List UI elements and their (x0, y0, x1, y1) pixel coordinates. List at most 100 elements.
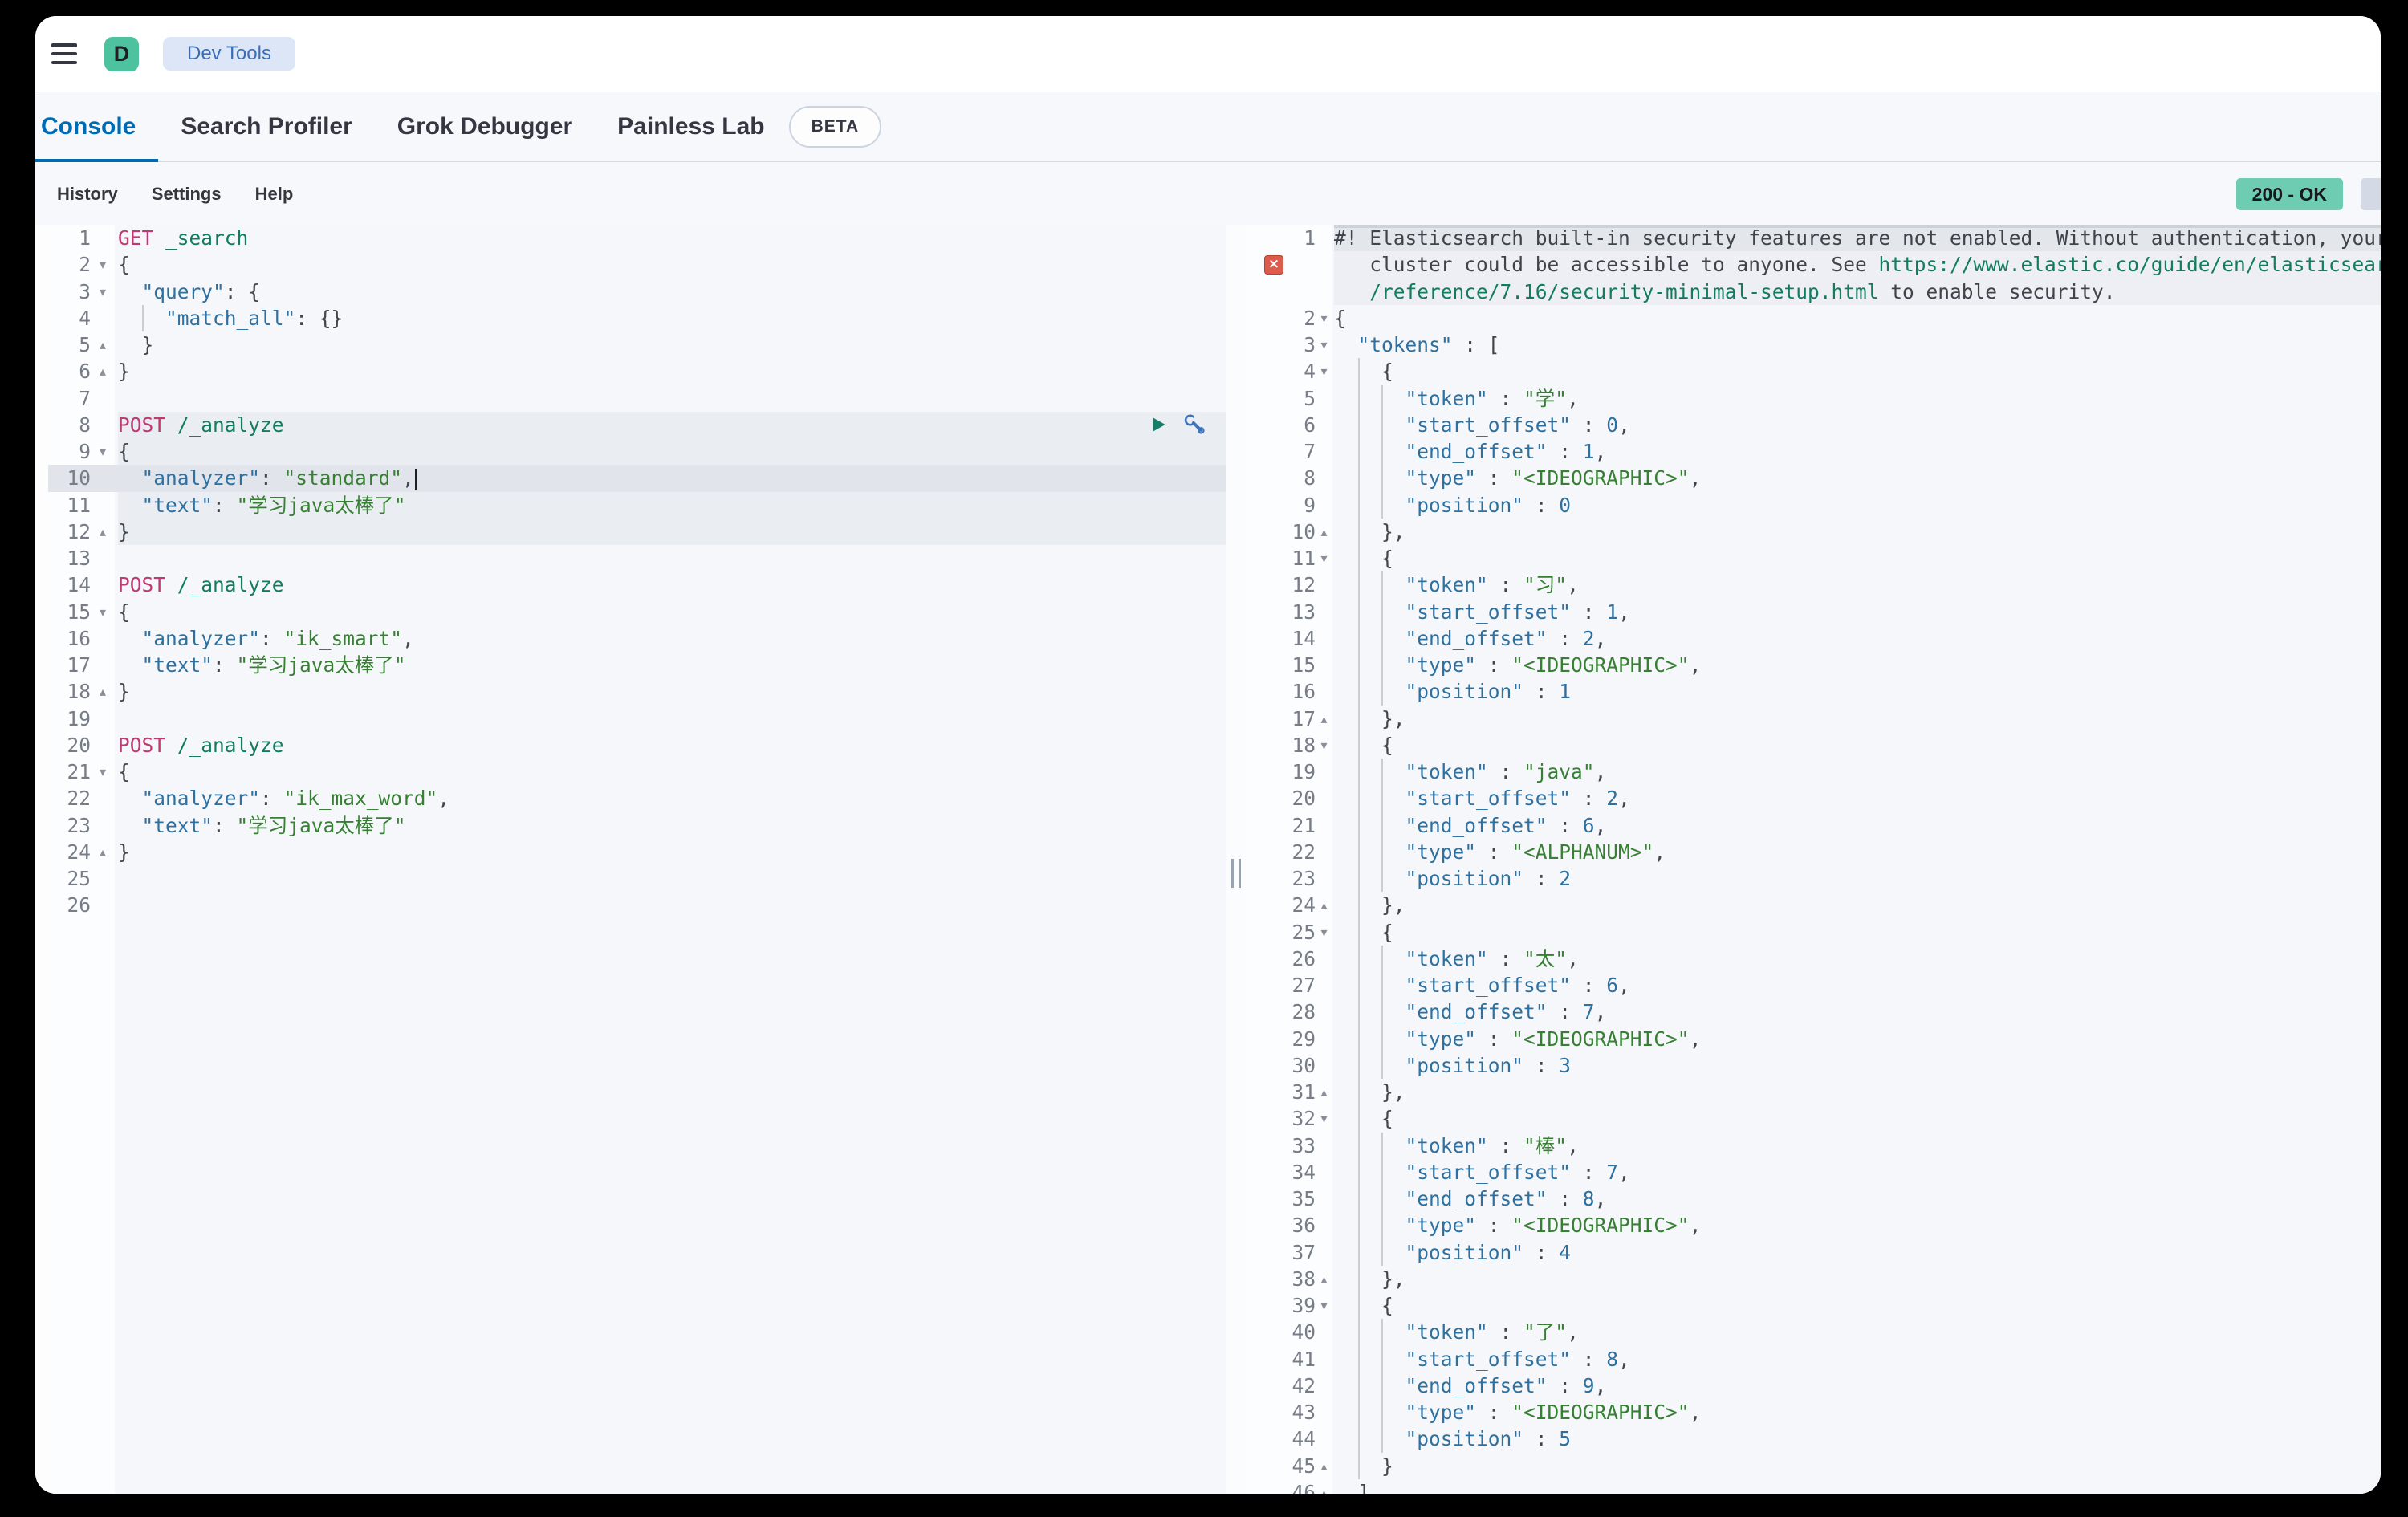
code-line[interactable]: 20POST /_analyze (48, 732, 1226, 758)
code-line[interactable]: 46▴ ] (1247, 1479, 2381, 1494)
tab-console[interactable]: Console (35, 92, 158, 161)
breadcrumb[interactable]: Dev Tools (163, 37, 295, 71)
code-line[interactable]: 16 "position" : 1 (1247, 678, 2381, 705)
code-line-content[interactable] (118, 706, 1226, 732)
code-line-content[interactable]: { (1334, 1105, 2381, 1132)
code-line-content[interactable]: "tokens" : [ (1334, 331, 2381, 358)
fold-toggle-icon[interactable]: ▴ (91, 358, 115, 384)
code-line[interactable]: 43 "type" : "<IDEOGRAPHIC>", (1247, 1399, 2381, 1425)
code-line-content[interactable]: "token" : "java", (1334, 758, 2381, 785)
code-line-content[interactable]: "end_offset" : 2, (1334, 625, 2381, 652)
code-line[interactable]: 24▴} (48, 839, 1226, 865)
code-line[interactable]: 16 "analyzer": "ik_smart", (48, 625, 1226, 652)
code-line-content[interactable]: }, (1334, 1079, 2381, 1105)
code-line[interactable]: 4 "match_all": {} (48, 305, 1226, 331)
code-line-content[interactable]: "analyzer": "standard", (118, 465, 1226, 491)
code-line-content[interactable]: /reference/7.16/security-minimal-setup.h… (1334, 279, 2381, 305)
code-line-content[interactable]: } (118, 358, 1226, 384)
code-line[interactable]: 7 "end_offset" : 1, (1247, 438, 2381, 465)
code-line-content[interactable]: } (118, 519, 1226, 545)
code-line-content[interactable]: "text": "学习java太棒了" (118, 652, 1226, 678)
fold-toggle-icon[interactable]: ▾ (91, 599, 115, 625)
code-line-content[interactable]: { (1334, 919, 2381, 946)
code-line[interactable]: 30 "position" : 3 (1247, 1052, 2381, 1079)
code-line-content[interactable]: "position" : 2 (1334, 865, 2381, 892)
code-line-content[interactable]: "token" : "学", (1334, 385, 2381, 412)
fold-toggle-icon[interactable]: ▴ (1316, 1079, 1332, 1105)
code-line-content[interactable]: }, (1334, 1266, 2381, 1292)
code-line-content[interactable]: { (1334, 545, 2381, 571)
fold-toggle-icon[interactable]: ▴ (1316, 1453, 1332, 1479)
code-line-content[interactable]: "type" : "<IDEOGRAPHIC>", (1334, 465, 2381, 491)
history-button[interactable]: History (40, 162, 135, 226)
code-line-content[interactable]: "end_offset" : 9, (1334, 1373, 2381, 1399)
code-line-content[interactable]: "start_offset" : 7, (1334, 1159, 2381, 1186)
code-line-content[interactable]: "type" : "<IDEOGRAPHIC>", (1334, 1399, 2381, 1425)
code-line-content[interactable]: "text": "学习java太棒了" (118, 812, 1226, 839)
code-line[interactable]: 28 "end_offset" : 7, (1247, 998, 2381, 1025)
code-line[interactable]: 23 "position" : 2 (1247, 865, 2381, 892)
code-line-content[interactable]: cluster could be accessible to anyone. S… (1334, 251, 2381, 278)
fold-toggle-icon[interactable]: ▾ (91, 279, 115, 305)
code-line-content[interactable]: { (1334, 732, 2381, 758)
code-line-content[interactable]: "start_offset" : 1, (1334, 599, 2381, 625)
code-line[interactable]: 1#! Elasticsearch built-in security feat… (1247, 225, 2381, 251)
code-line[interactable]: 41 "start_offset" : 8, (1247, 1346, 2381, 1373)
code-line[interactable]: 6▴} (48, 358, 1226, 384)
code-line-content[interactable]: "start_offset" : 8, (1334, 1346, 2381, 1373)
code-line-content[interactable]: "type" : "<ALPHANUM>", (1334, 839, 2381, 865)
code-line[interactable]: 19 (48, 706, 1226, 732)
code-line[interactable]: 25▾ { (1247, 919, 2381, 946)
code-line[interactable]: 14 "end_offset" : 2, (1247, 625, 2381, 652)
code-line[interactable]: 17 "text": "学习java太棒了" (48, 652, 1226, 678)
code-line-content[interactable]: }, (1334, 519, 2381, 545)
code-line[interactable]: 29 "type" : "<IDEOGRAPHIC>", (1247, 1026, 2381, 1052)
code-line[interactable]: 24▴ }, (1247, 892, 2381, 918)
code-line[interactable]: 15▾{ (48, 599, 1226, 625)
code-line[interactable]: 13 "start_offset" : 1, (1247, 599, 2381, 625)
fold-toggle-icon[interactable]: ▾ (91, 758, 115, 785)
code-line-content[interactable]: "query": { (118, 279, 1226, 305)
code-line[interactable]: 26 (48, 892, 1226, 918)
code-line-content[interactable]: { (118, 758, 1226, 785)
code-line[interactable]: 21 "end_offset" : 6, (1247, 812, 2381, 839)
code-line-content[interactable]: } (118, 678, 1226, 705)
code-line[interactable]: 10 "analyzer": "standard", (48, 465, 1226, 491)
code-line[interactable]: 22 "type" : "<ALPHANUM>", (1247, 839, 2381, 865)
code-line[interactable]: 21▾{ (48, 758, 1226, 785)
code-line[interactable]: 13 (48, 545, 1226, 571)
request-editor[interactable]: 1GET _search2▾{3▾ "query": {4 "match_all… (48, 225, 1226, 1494)
code-line-content[interactable] (118, 545, 1226, 571)
code-line-content[interactable]: "position" : 5 (1334, 1425, 2381, 1452)
code-line[interactable]: /reference/7.16/security-minimal-setup.h… (1247, 279, 2381, 305)
code-line-content[interactable]: GET _search (118, 225, 1226, 251)
code-line[interactable]: 9 "position" : 0 (1247, 492, 2381, 519)
code-line-content[interactable]: "position" : 0 (1334, 492, 2381, 519)
code-line-content[interactable]: } (118, 839, 1226, 865)
hamburger-menu-icon[interactable] (51, 43, 77, 64)
code-line[interactable]: 33 "token" : "棒", (1247, 1133, 2381, 1159)
fold-toggle-icon[interactable]: ▴ (1316, 892, 1332, 918)
code-line-content[interactable]: "end_offset" : 1, (1334, 438, 2381, 465)
fold-toggle-icon[interactable]: ▴ (1316, 1266, 1332, 1292)
code-line[interactable]: 5 "token" : "学", (1247, 385, 2381, 412)
fold-toggle-icon[interactable]: ▾ (1316, 919, 1332, 946)
code-line-content[interactable]: "text": "学习java太棒了" (118, 492, 1226, 519)
code-line[interactable]: 14POST /_analyze (48, 571, 1226, 598)
code-line[interactable]: 12 "token" : "习", (1247, 571, 2381, 598)
code-line-content[interactable]: "position" : 3 (1334, 1052, 2381, 1079)
code-line-content[interactable]: "token" : "了", (1334, 1319, 2381, 1345)
fold-toggle-icon[interactable]: ▾ (1316, 1292, 1332, 1319)
fold-toggle-icon[interactable]: ▾ (91, 438, 115, 465)
code-line[interactable]: 17▴ }, (1247, 706, 2381, 732)
code-line[interactable]: 20 "start_offset" : 2, (1247, 785, 2381, 811)
code-line-content[interactable]: }, (1334, 706, 2381, 732)
code-line[interactable]: 38▴ }, (1247, 1266, 2381, 1292)
code-line-content[interactable] (118, 865, 1226, 892)
fold-toggle-icon[interactable]: ▴ (1316, 706, 1332, 732)
code-line[interactable]: 2▾{ (48, 251, 1226, 278)
tab-search-profiler[interactable]: Search Profiler (158, 92, 374, 161)
code-line[interactable]: 35 "end_offset" : 8, (1247, 1186, 2381, 1212)
code-line-content[interactable]: "type" : "<IDEOGRAPHIC>", (1334, 652, 2381, 678)
code-line-content[interactable] (118, 385, 1226, 412)
